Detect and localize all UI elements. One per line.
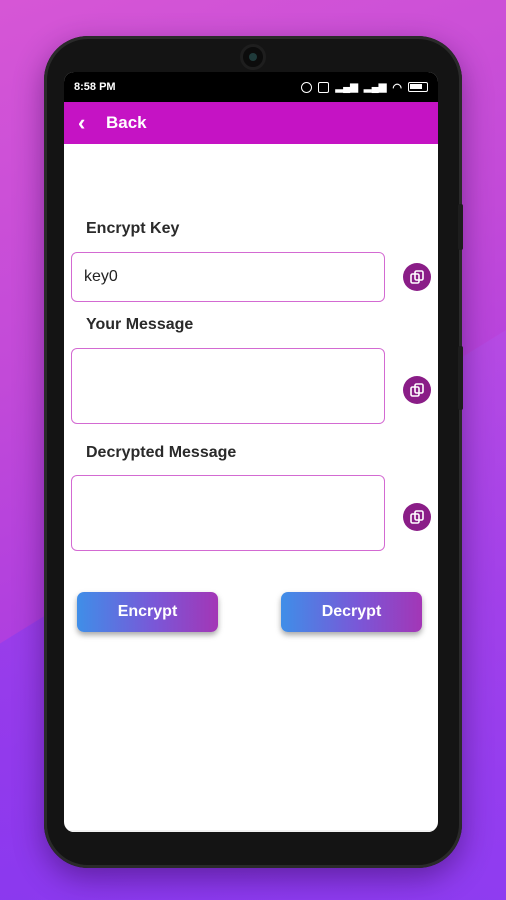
message-label: Your Message [86,316,194,333]
signal-icon-2: ▂▄▆ [363,81,387,93]
wifi-icon: ◠ [392,81,402,94]
encrypt-key-label: Encrypt Key [86,220,180,237]
status-time: 8:58 PM [74,81,116,93]
decrypted-message-output[interactable] [71,475,385,551]
back-button[interactable]: Back [106,113,147,133]
signal-icon: ▂▄▆ [335,81,358,93]
copy-icon [410,270,424,284]
system-nav-bar [64,830,438,832]
notification-icon [318,81,330,93]
app-screen: 8:58 PM ▂▄▆ ▂▄▆ ◠ ‹ Back Encrypt Key You… [64,72,438,832]
status-icons: ▂▄▆ ▂▄▆ ◠ [301,81,428,94]
message-input[interactable] [71,348,385,424]
phone-frame: 8:58 PM ▂▄▆ ▂▄▆ ◠ ‹ Back Encrypt Key You… [44,36,463,868]
encrypt-button[interactable]: Encrypt [77,592,218,632]
copy-key-button[interactable] [403,263,431,291]
chevron-left-icon[interactable]: ‹ [78,110,94,136]
battery-icon [408,82,428,92]
copy-icon [410,383,424,397]
decrypt-button[interactable]: Decrypt [281,592,422,632]
power-button [458,346,463,410]
front-camera [240,44,266,70]
copy-icon [410,510,424,524]
copy-message-button[interactable] [403,376,431,404]
app-bar: ‹ Back [64,102,438,144]
copy-decrypted-button[interactable] [403,503,431,531]
status-bar: 8:58 PM ▂▄▆ ▂▄▆ ◠ [64,72,438,102]
volume-button [458,204,463,250]
decrypted-message-label: Decrypted Message [86,444,237,461]
encrypt-key-input[interactable] [71,252,385,302]
alarm-icon [301,81,313,93]
